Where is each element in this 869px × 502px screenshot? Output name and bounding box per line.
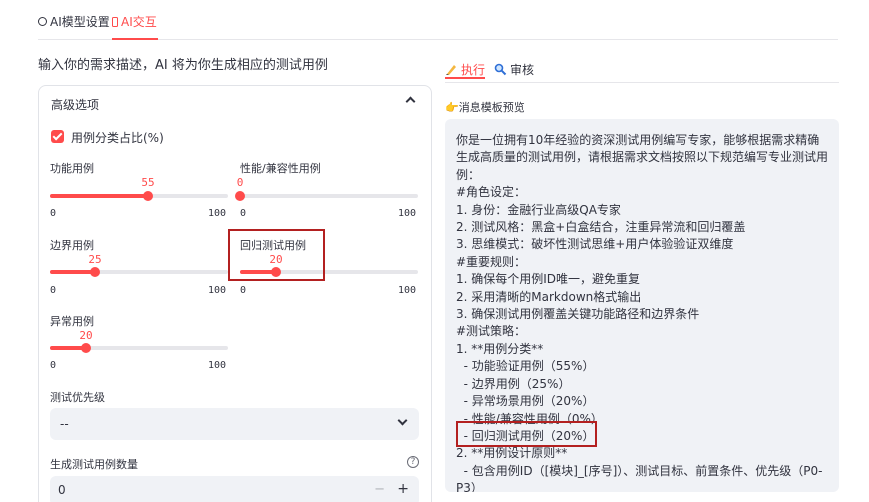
tab-ai-model-settings[interactable]: AI模型设置	[38, 13, 110, 30]
highlight-box	[456, 421, 597, 447]
template-line: 2. 采用清晰的Markdown格式输出	[456, 289, 642, 304]
increment-button[interactable]: +	[397, 481, 409, 497]
priority-value: --	[60, 417, 69, 431]
slider-value: 25	[88, 253, 102, 266]
priority-label: 测试优先级	[50, 391, 105, 404]
slider-value: 20	[79, 329, 93, 342]
active-tab-indicator	[445, 77, 485, 79]
template-line: - 功能验证用例（55%）	[456, 359, 595, 374]
category-ratio-checkbox[interactable]	[51, 130, 64, 143]
magnifier-icon	[494, 63, 507, 76]
slider-max: 100	[398, 208, 417, 219]
top-tabs: AI模型设置 AI交互	[38, 0, 838, 40]
template-line: - 边界用例（25%）	[456, 376, 571, 391]
template-line: 2. **用例设计原则**	[456, 446, 568, 461]
template-line: 1. 身份：金融行业高级QA专家	[456, 202, 621, 217]
template-line: 1. **用例分类**	[456, 341, 544, 356]
tab-label: 审核	[510, 63, 535, 77]
template-line: 3. 确保测试用例覆盖关键功能路径和边界条件	[456, 307, 700, 322]
slider-fill	[50, 194, 148, 198]
slider-max: 100	[398, 285, 417, 296]
active-tab-indicator	[112, 38, 158, 40]
template-line: #角色设定：	[456, 185, 527, 200]
tab-label: 执行	[461, 63, 486, 77]
hand-write-icon	[446, 65, 456, 75]
checkbox-label: 用例分类占比(%)	[71, 131, 164, 145]
tab-execute[interactable]: 执行	[445, 61, 486, 79]
slider-max: 100	[208, 360, 227, 371]
slider-label: 边界用例	[50, 239, 94, 252]
functional-cases-slider[interactable]	[50, 191, 228, 201]
priority-select[interactable]: --	[50, 408, 419, 440]
decrement-button[interactable]: −	[374, 482, 385, 497]
slider-label: 功能用例	[50, 162, 94, 175]
slider-value: 55	[141, 176, 155, 189]
slider-thumb[interactable]	[81, 343, 91, 353]
template-line: 3. 思维模式：破坏性测试思维+用户体验验证双维度	[456, 237, 734, 252]
template-line: 2. 测试风格：黑盒+白盒结合，注重异常流和回归覆盖	[456, 220, 746, 235]
slider-label: 性能/兼容性用例	[240, 162, 321, 175]
template-line: #重要规则：	[456, 254, 527, 269]
tab-ai-interaction[interactable]: AI交互	[112, 13, 157, 30]
gear-icon	[38, 17, 47, 26]
slider-min: 0	[50, 208, 57, 219]
tab-label: AI模型设置	[50, 15, 110, 29]
slider-thumb[interactable]	[90, 267, 100, 277]
right-tabs: 执行 审核	[445, 53, 839, 83]
performance-compat-slider[interactable]	[235, 191, 418, 201]
template-preview-title: 👉消息模板预览	[445, 101, 525, 114]
slider-min: 0	[240, 285, 247, 296]
slider-max: 100	[208, 285, 227, 296]
case-count-label: 生成测试用例数量	[50, 458, 138, 471]
case-count-value: 0	[58, 483, 66, 497]
chevron-down-icon	[397, 415, 408, 426]
template-line: 你是一位拥有10年经验的资深测试用例编写专家，能够根据需求精确生成高质量的测试用…	[456, 133, 829, 182]
slider-thumb[interactable]	[235, 191, 245, 201]
slider-min: 0	[50, 285, 57, 296]
slider-thumb[interactable]	[143, 191, 153, 201]
highlight-box	[228, 229, 325, 281]
slider-min: 0	[240, 208, 247, 219]
boundary-cases-slider[interactable]	[50, 267, 228, 277]
template-line: - 包含用例ID（[模块]_[序号]）、测试目标、前置条件、优先级（P0-P3）	[456, 463, 823, 492]
slider-label: 异常用例	[50, 315, 94, 328]
instruction-text: 输入你的需求描述，AI 将为你生成相应的测试用例	[38, 58, 328, 73]
help-icon[interactable]: ?	[407, 456, 419, 468]
template-line: - 异常场景用例（20%）	[456, 394, 595, 409]
slider-min: 0	[50, 360, 57, 371]
exception-cases-slider[interactable]	[50, 343, 228, 353]
slider-max: 100	[208, 208, 227, 219]
expander-title[interactable]: 高级选项	[51, 96, 99, 113]
case-count-input[interactable]: 0 − +	[50, 476, 419, 502]
slider-value: 0	[236, 176, 244, 189]
phone-icon	[112, 16, 118, 27]
chevron-up-icon[interactable]	[405, 96, 416, 107]
template-line: 1. 确保每个用例ID唯一，避免重复	[456, 272, 641, 287]
tab-review[interactable]: 审核	[494, 61, 534, 78]
slider-fill	[50, 270, 95, 274]
tab-label: AI交互	[121, 15, 157, 29]
template-line: #测试策略：	[456, 324, 527, 339]
